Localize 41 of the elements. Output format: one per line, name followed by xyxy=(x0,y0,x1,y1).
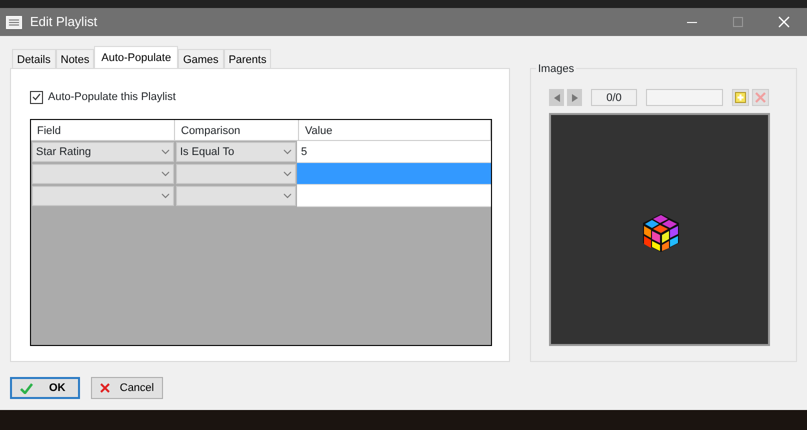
cancel-button[interactable]: Cancel xyxy=(91,377,163,399)
value-cell[interactable] xyxy=(297,163,491,185)
ok-button[interactable]: OK xyxy=(10,377,80,399)
caret-icon xyxy=(283,193,292,199)
value-cell[interactable] xyxy=(297,185,491,207)
dropdown[interactable]: Is Equal To xyxy=(176,142,296,162)
tab[interactable]: Notes xyxy=(56,49,94,68)
tab[interactable]: Auto-Populate xyxy=(94,46,178,68)
window-icon xyxy=(6,16,22,28)
caret-icon xyxy=(283,171,292,177)
left-triangle-icon xyxy=(554,94,560,102)
text-field[interactable] xyxy=(646,89,723,106)
checkbox-label: Auto-Populate this Playlist xyxy=(48,90,176,105)
column-header[interactable]: Field xyxy=(31,120,175,141)
group-title: Images xyxy=(536,61,576,78)
image-counter: 0/0 xyxy=(591,89,637,106)
caret-icon xyxy=(161,193,170,199)
cube-icon xyxy=(641,212,681,254)
previous-button[interactable] xyxy=(549,89,564,106)
tab[interactable]: Parents xyxy=(224,49,272,68)
caret-icon xyxy=(161,149,170,155)
column-header[interactable]: Comparison xyxy=(175,120,299,141)
tab[interactable]: Details xyxy=(12,49,56,68)
right-triangle-icon xyxy=(572,94,578,102)
caret-icon xyxy=(161,171,170,177)
dropdown[interactable] xyxy=(32,186,174,206)
value-cell[interactable]: 5 xyxy=(297,141,491,163)
close-icon xyxy=(778,16,790,28)
dropdown[interactable] xyxy=(176,186,296,206)
maximize-icon xyxy=(733,17,743,27)
caret-icon xyxy=(283,149,292,155)
add-button[interactable] xyxy=(732,89,749,106)
checkbox[interactable] xyxy=(30,90,43,104)
dropdown[interactable] xyxy=(176,164,296,184)
dropdown[interactable]: Star Rating xyxy=(32,142,174,162)
next-button[interactable] xyxy=(567,89,582,106)
check-icon xyxy=(20,382,33,394)
window-title: Edit Playlist xyxy=(30,13,98,32)
cross-icon xyxy=(100,383,110,393)
tab[interactable]: Games xyxy=(178,49,224,68)
dropdown[interactable] xyxy=(32,164,174,184)
